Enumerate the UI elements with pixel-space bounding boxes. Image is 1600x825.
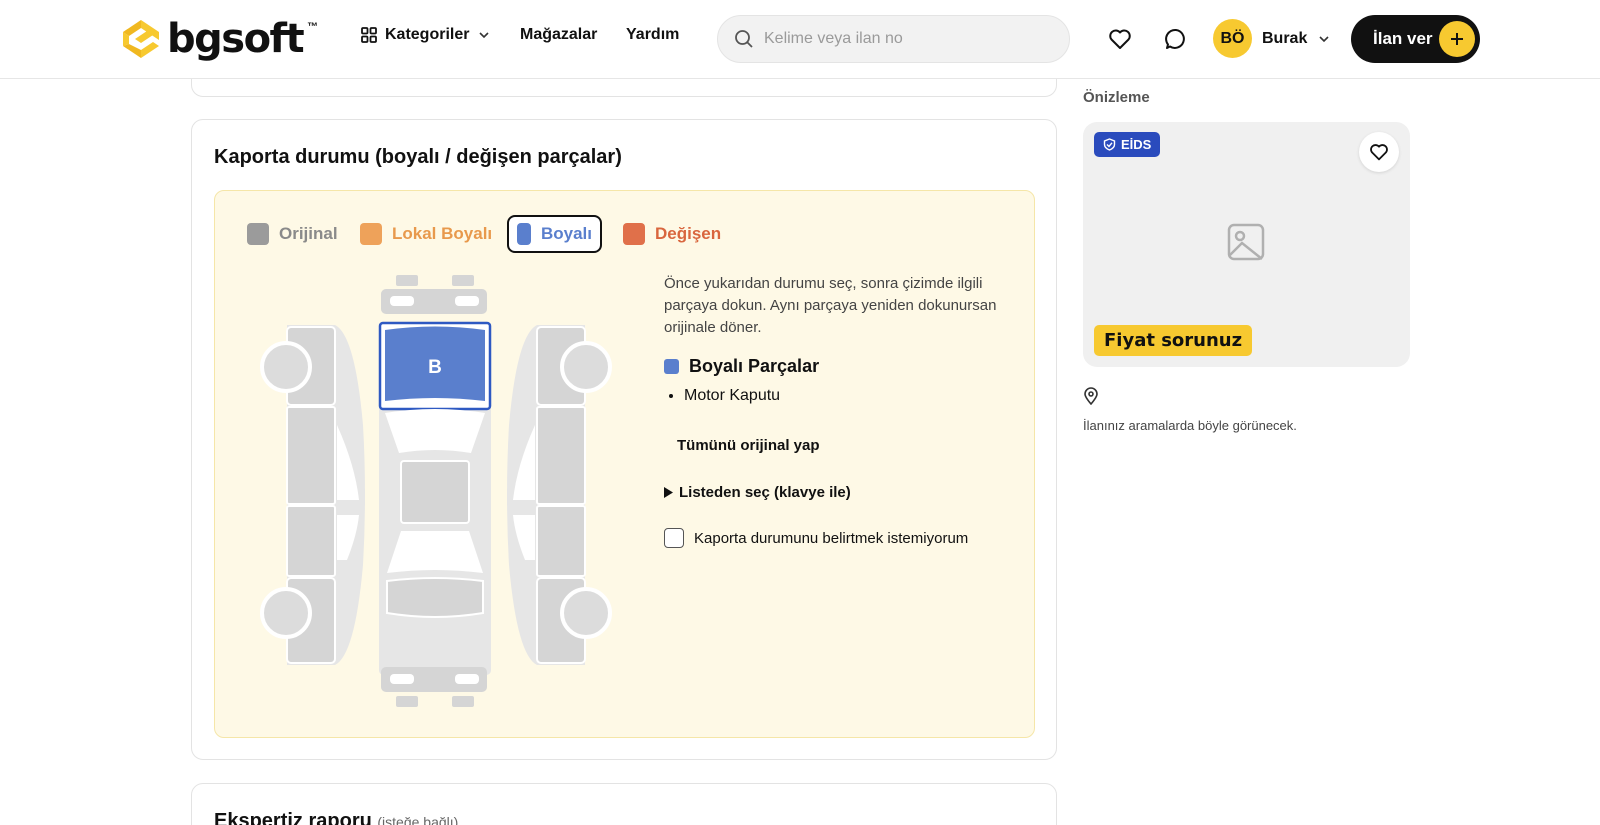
messages-button[interactable]	[1163, 26, 1189, 52]
opt-out-label: Kaporta durumunu belirtmek istemiyorum	[694, 529, 969, 547]
front-mirror-left	[396, 275, 418, 286]
eids-badge: EİDS	[1094, 132, 1161, 157]
windshield	[385, 409, 485, 453]
legend-local-painted[interactable]: Lokal Boyalı	[352, 215, 500, 253]
legend-label: Boyalı	[540, 224, 592, 243]
painted-parts-list: Motor Kaputu	[684, 387, 780, 405]
body-condition-card: Kaporta durumu (boyalı / değişen parçala…	[191, 119, 1057, 760]
painted-parts-title: Boyalı Parçalar	[689, 356, 820, 376]
location-pin-icon	[1084, 387, 1098, 405]
left-front-wheel	[260, 341, 312, 393]
legend-painted[interactable]: Boyalı	[507, 215, 602, 253]
chevron-down-icon	[479, 32, 490, 39]
heart-icon	[1109, 29, 1131, 49]
plus-icon	[1439, 21, 1475, 57]
body-condition-panel: Orijinal Lokal Boyalı Boyalı Değişen B Ö…	[214, 190, 1035, 738]
legend-replaced[interactable]: Değişen	[615, 215, 729, 253]
rear-mark-left	[396, 696, 418, 707]
post-ad-button[interactable]: İlan ver	[1351, 15, 1480, 63]
headlight-right	[455, 296, 479, 306]
favorites-button[interactable]	[1107, 26, 1133, 52]
trunk[interactable]	[386, 577, 484, 618]
legend-label: Lokal Boyalı	[392, 224, 493, 243]
user-name: Burak	[1262, 29, 1308, 47]
rear-mark-right	[452, 696, 474, 707]
nav-help[interactable]: Yardım	[626, 26, 679, 44]
shield-check-icon	[1103, 138, 1116, 151]
legend-swatch	[247, 223, 269, 245]
nav-categories-label: Kategoriler	[385, 26, 470, 43]
select-from-list-toggle[interactable]: Listeden seç (klavye ile)	[664, 484, 851, 501]
post-ad-label: İlan ver	[1373, 29, 1433, 48]
legend-label: Orijinal	[279, 224, 338, 243]
logo-mark-icon	[123, 20, 159, 58]
list-item: Motor Kaputu	[684, 387, 780, 405]
hood-status-letter: B	[428, 357, 442, 378]
eids-badge-label: EİDS	[1121, 137, 1152, 152]
legend-swatch	[623, 223, 645, 245]
search-input[interactable]	[764, 30, 1044, 48]
logo-trademark: ™	[307, 21, 319, 33]
preview-note: İlanınız aramalarda böyle görünecek.	[1083, 418, 1297, 433]
legend-label: Değişen	[655, 224, 722, 243]
front-mirror-right	[452, 275, 474, 286]
chevron-down-icon	[1319, 35, 1329, 42]
taillight-left	[390, 674, 414, 684]
right-front-door[interactable]	[536, 406, 586, 505]
left-rear-door[interactable]	[286, 505, 336, 577]
instructions-text: Önce yukarıdan durumu seç, sonra çizimde…	[664, 275, 997, 336]
search-icon	[735, 30, 753, 48]
reset-all-original-button[interactable]: Tümünü orijinal yap	[677, 437, 820, 454]
opt-out-row[interactable]: Kaporta durumunu belirtmek istemiyorum	[664, 528, 968, 548]
opt-out-checkbox[interactable]	[664, 528, 684, 548]
grid-icon	[361, 27, 377, 43]
chat-bubble-icon	[1165, 28, 1185, 49]
left-front-door[interactable]	[286, 406, 336, 505]
listing-preview-card[interactable]: EİDS Fiyat sorunuz	[1083, 122, 1410, 367]
section-title: Ekspertiz raporu (isteğe bağlı)	[214, 810, 458, 825]
logo-text: bgsoft	[167, 16, 305, 62]
legend-swatch	[517, 223, 531, 245]
top-header: bgsoft ™ Kategoriler Mağazalar Yardım BÖ…	[0, 0, 1600, 79]
user-menu[interactable]: BÖ Burak	[1213, 19, 1331, 58]
preview-favorite-button[interactable]	[1359, 132, 1399, 172]
nav-stores[interactable]: Mağazalar	[520, 26, 597, 44]
search-bar[interactable]	[717, 15, 1070, 63]
taillight-right	[455, 674, 479, 684]
price-tag: Fiyat sorunuz	[1094, 325, 1253, 356]
right-front-wheel	[560, 341, 612, 393]
section-title: Kaporta durumu (boyalı / değişen parçala…	[214, 146, 622, 168]
roof[interactable]	[400, 460, 470, 524]
expertise-report-card: Ekspertiz raporu (isteğe bağlı)	[191, 783, 1057, 825]
preview-label: Önizleme	[1083, 89, 1150, 106]
heart-icon	[1370, 144, 1388, 161]
left-rear-wheel	[260, 587, 312, 639]
expertise-title: Ekspertiz raporu	[214, 810, 372, 825]
painted-parts-heading: Boyalı Parçalar	[664, 356, 819, 377]
avatar: BÖ	[1213, 19, 1252, 58]
right-rear-door[interactable]	[536, 505, 586, 577]
right-rear-wheel	[560, 587, 612, 639]
legend-original[interactable]: Orijinal	[239, 215, 346, 253]
triangle-right-icon	[664, 487, 673, 498]
nav-categories[interactable]: Kategoriler	[361, 26, 491, 44]
nav-help-label: Yardım	[626, 26, 680, 43]
car-diagram: B	[260, 275, 612, 707]
image-placeholder-icon	[1227, 223, 1265, 261]
rear-window	[387, 531, 483, 573]
legend-swatch	[360, 223, 382, 245]
select-from-list-label: Listeden seç (klavye ile)	[679, 484, 851, 501]
nav-stores-label: Mağazalar	[520, 26, 598, 43]
legend-swatch	[664, 359, 679, 374]
expertise-subtitle: (isteğe bağlı)	[377, 814, 459, 825]
headlight-left	[390, 296, 414, 306]
site-logo[interactable]: bgsoft ™	[119, 17, 318, 61]
